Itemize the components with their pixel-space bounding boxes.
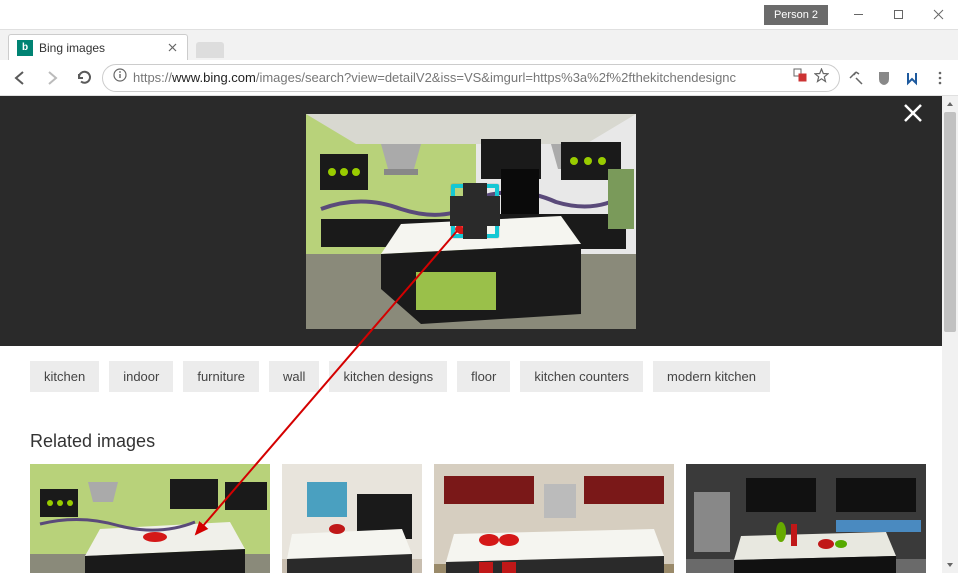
related-thumb-2[interactable] bbox=[282, 464, 422, 573]
url-text: https://www.bing.com/images/search?view=… bbox=[133, 70, 787, 85]
visual-search-box[interactable] bbox=[451, 184, 499, 238]
bing-favicon: b bbox=[17, 40, 33, 56]
back-button[interactable] bbox=[6, 64, 34, 92]
chip-modern-kitchen[interactable]: modern kitchen bbox=[653, 361, 770, 392]
address-bar[interactable]: https://www.bing.com/images/search?view=… bbox=[102, 64, 840, 92]
scroll-up-arrow[interactable] bbox=[942, 96, 958, 112]
new-tab-button[interactable] bbox=[196, 42, 224, 58]
tab-title: Bing images bbox=[39, 41, 159, 55]
browser-toolbar: https://www.bing.com/images/search?view=… bbox=[0, 60, 958, 96]
main-image[interactable] bbox=[306, 114, 636, 329]
extension-icon-1[interactable] bbox=[844, 66, 868, 90]
related-images-heading: Related images bbox=[30, 431, 155, 452]
related-thumb-1[interactable] bbox=[30, 464, 270, 573]
extension-ublock-icon[interactable] bbox=[872, 66, 896, 90]
chip-kitchen-counters[interactable]: kitchen counters bbox=[520, 361, 643, 392]
image-detail-pane bbox=[0, 96, 942, 346]
scroll-down-arrow[interactable] bbox=[942, 557, 958, 573]
chip-kitchen[interactable]: kitchen bbox=[30, 361, 99, 392]
browser-tab[interactable]: b Bing images bbox=[8, 34, 188, 60]
chip-floor[interactable]: floor bbox=[457, 361, 510, 392]
window-titlebar: Person 2 bbox=[0, 0, 958, 30]
chip-furniture[interactable]: furniture bbox=[183, 361, 259, 392]
tag-chips: kitchen indoor furniture wall kitchen de… bbox=[30, 361, 928, 392]
window-close-button[interactable] bbox=[918, 0, 958, 29]
related-thumb-3[interactable] bbox=[434, 464, 674, 573]
scroll-thumb[interactable] bbox=[944, 112, 956, 332]
minimize-button[interactable] bbox=[838, 0, 878, 29]
info-icon bbox=[113, 68, 127, 87]
page-content: kitchen indoor furniture wall kitchen de… bbox=[0, 96, 958, 573]
maximize-button[interactable] bbox=[878, 0, 918, 29]
chip-wall[interactable]: wall bbox=[269, 361, 319, 392]
menu-button[interactable] bbox=[928, 66, 952, 90]
vertical-scrollbar[interactable] bbox=[942, 96, 958, 573]
profile-badge[interactable]: Person 2 bbox=[764, 5, 828, 25]
related-thumb-4[interactable] bbox=[686, 464, 926, 573]
chip-indoor[interactable]: indoor bbox=[109, 361, 173, 392]
reload-button[interactable] bbox=[70, 64, 98, 92]
related-images-row bbox=[30, 464, 926, 573]
tab-close-button[interactable] bbox=[165, 41, 179, 55]
translate-icon[interactable] bbox=[793, 68, 808, 88]
forward-button bbox=[38, 64, 66, 92]
bookmark-star-icon[interactable] bbox=[814, 68, 829, 88]
chip-kitchen-designs[interactable]: kitchen designs bbox=[329, 361, 447, 392]
extension-icon-3[interactable] bbox=[900, 66, 924, 90]
tab-strip: b Bing images bbox=[0, 30, 958, 60]
close-detail-button[interactable] bbox=[902, 102, 924, 129]
